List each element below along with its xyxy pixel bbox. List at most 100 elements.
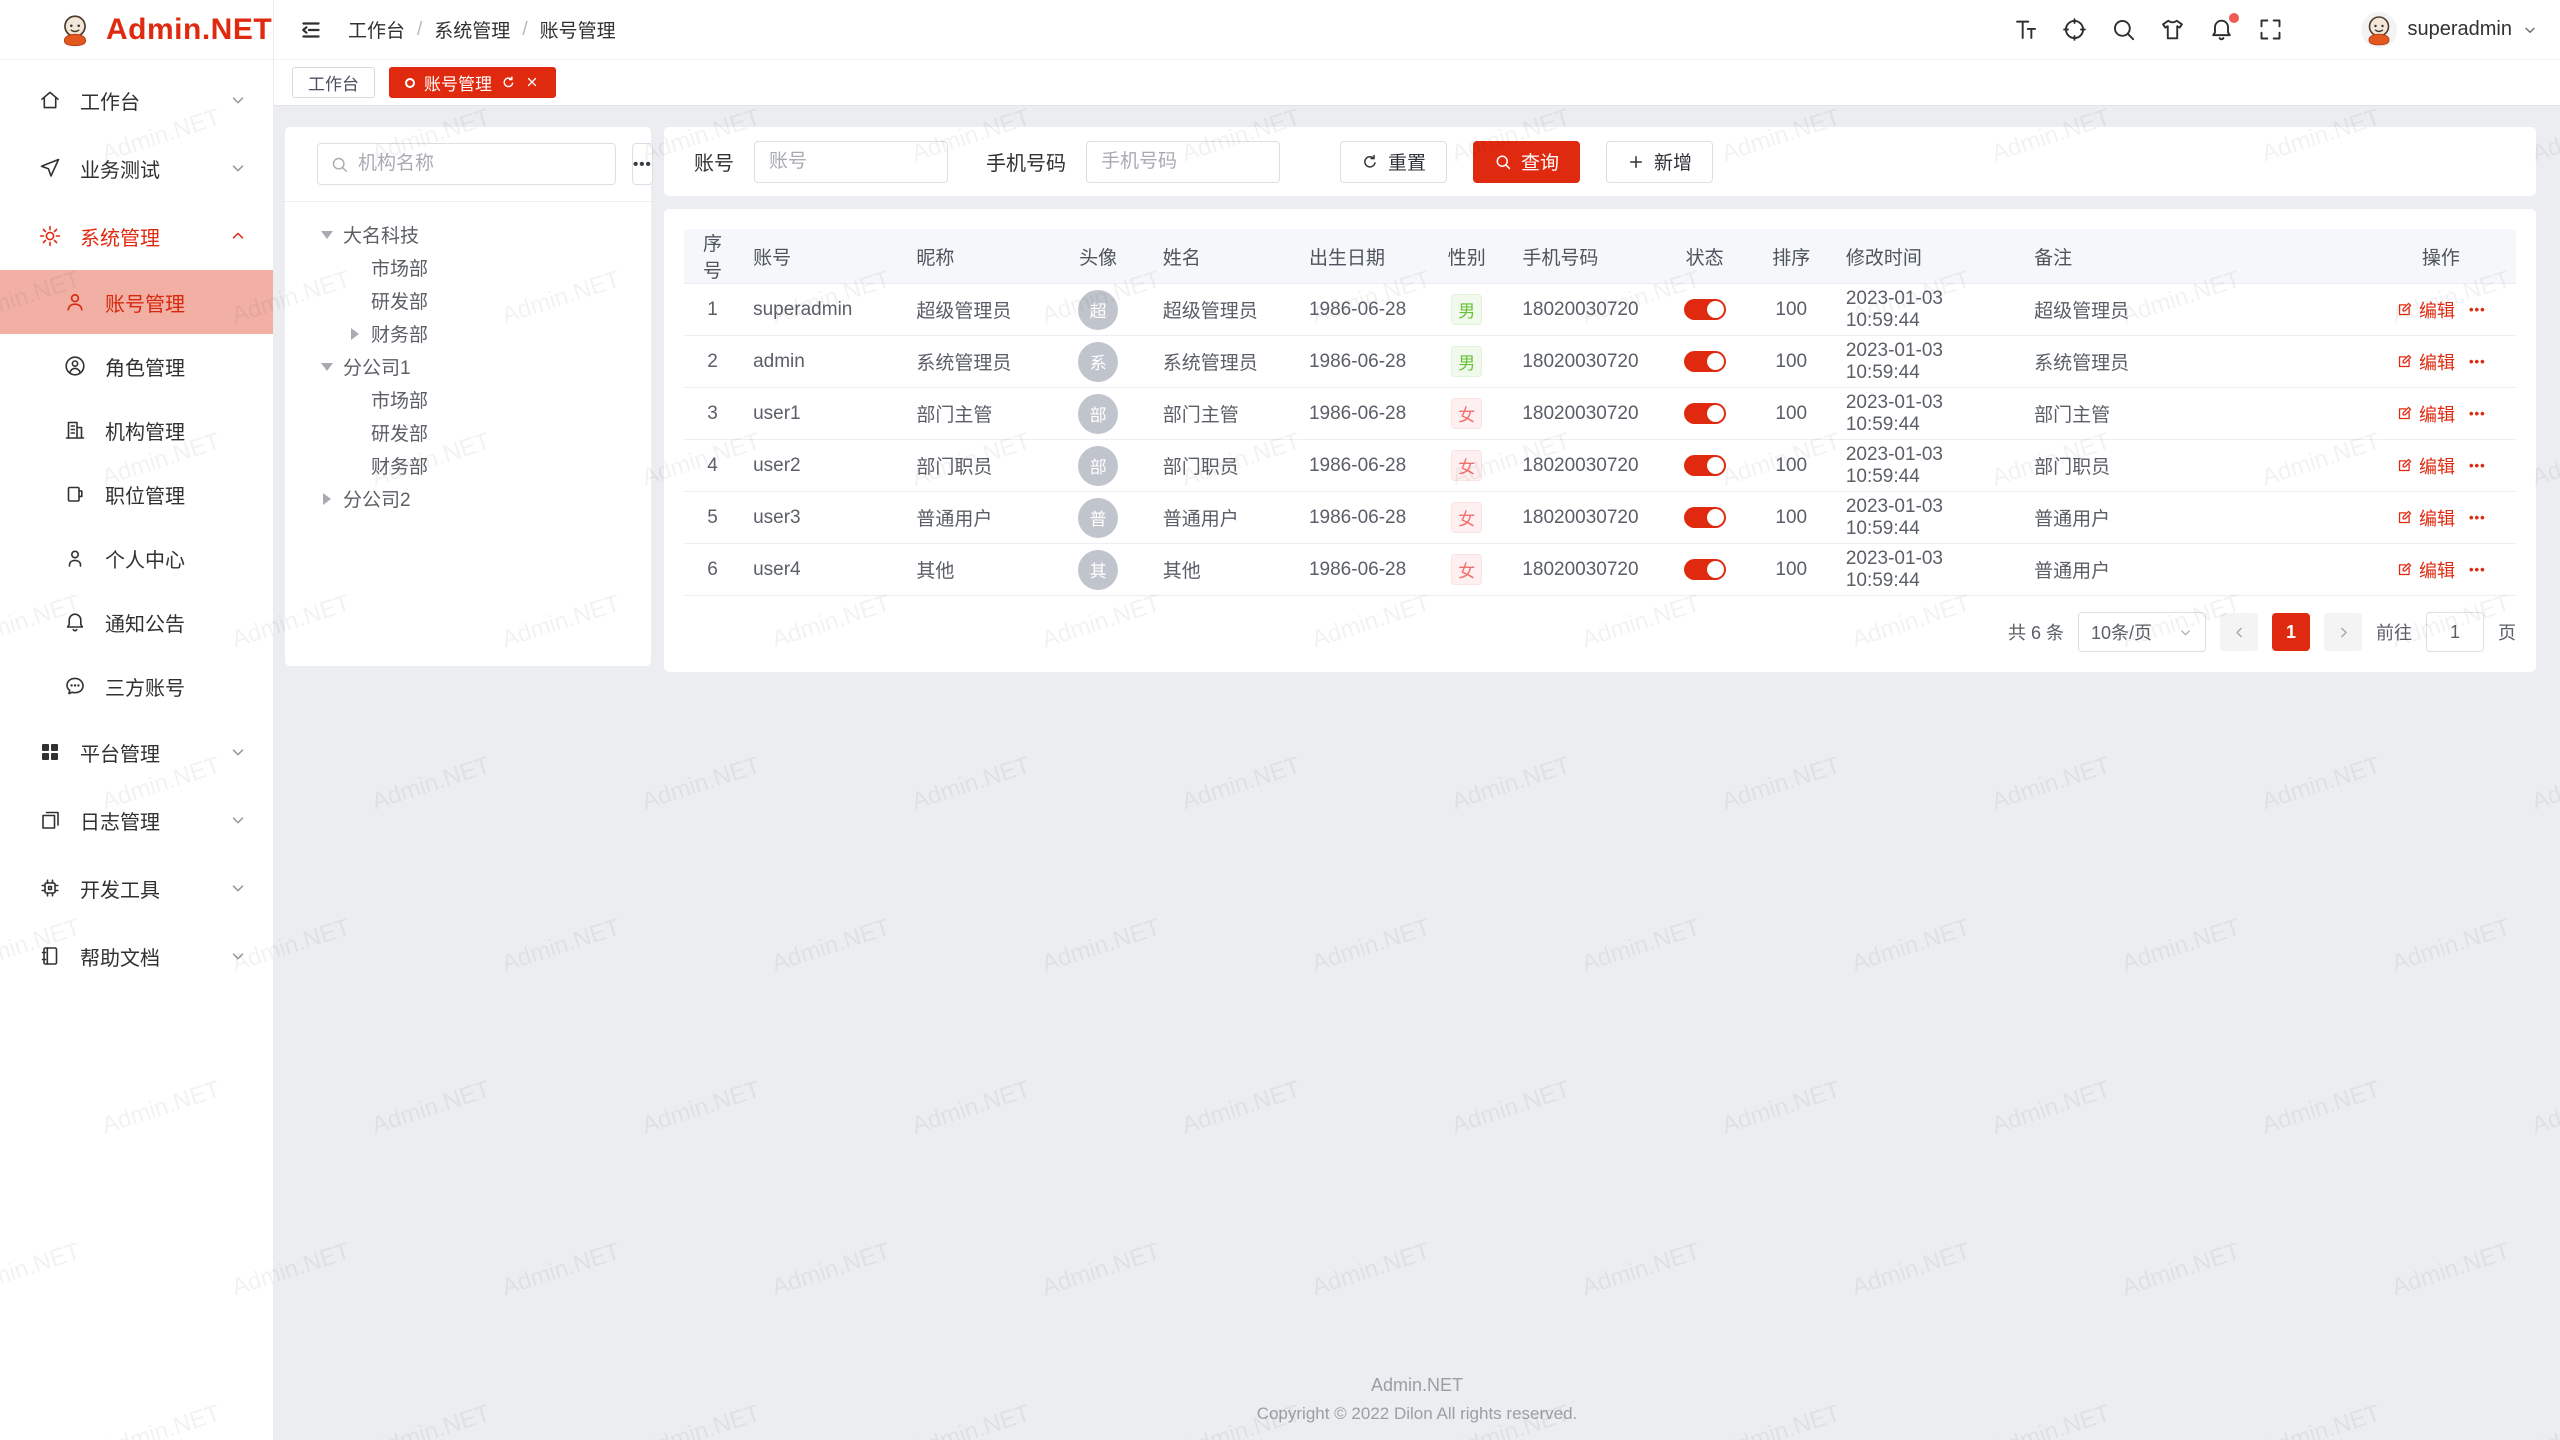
page-number-button[interactable]: 1 [2272, 613, 2310, 651]
active-tab-dot-icon [405, 78, 415, 88]
search-icon[interactable] [2110, 16, 2137, 43]
avatar [2361, 12, 2397, 48]
close-icon[interactable] [525, 75, 540, 90]
cell-remark: 部门职员 [2022, 440, 2366, 492]
cell-order: 100 [1749, 492, 1834, 544]
sidebar-item-account-management[interactable]: 账号管理 [0, 270, 273, 334]
status-toggle[interactable] [1684, 351, 1726, 372]
logo[interactable]: Admin.NET [0, 0, 273, 60]
sidebar-item-workbench[interactable]: 工作台 [0, 66, 273, 134]
row-avatar: 部 [1078, 394, 1118, 434]
edit-button[interactable]: 编辑 [2396, 505, 2455, 531]
tree-caret-icon[interactable] [321, 231, 333, 239]
sidebar-item-business-test[interactable]: 业务测试 [0, 134, 273, 202]
font-size-icon[interactable] [2012, 16, 2039, 43]
status-toggle[interactable] [1684, 403, 1726, 424]
tree-node[interactable]: 研发部 [293, 416, 643, 449]
more-actions-button[interactable]: ••• [2469, 562, 2486, 577]
cell-actions: 编辑 ••• [2366, 388, 2516, 440]
org-search-box[interactable] [317, 143, 616, 185]
sidebar-item-personal-center[interactable]: 个人中心 [0, 526, 273, 590]
column-header: 修改时间 [1834, 229, 2022, 284]
edit-button[interactable]: 编辑 [2396, 401, 2455, 427]
more-actions-button[interactable]: ••• [2469, 406, 2486, 421]
status-toggle[interactable] [1684, 299, 1726, 320]
edit-button[interactable]: 编辑 [2396, 349, 2455, 375]
fullscreen-icon[interactable] [2257, 16, 2284, 43]
tree-node[interactable]: 研发部 [293, 284, 643, 317]
column-header: 操作 [2366, 229, 2516, 284]
add-button[interactable]: 新增 [1606, 141, 1713, 183]
sidebar-item-label: 个人中心 [105, 544, 247, 573]
phone-input[interactable] [1086, 141, 1280, 183]
cell-status [1661, 284, 1749, 336]
user-icon [63, 290, 87, 314]
role-icon [63, 354, 87, 378]
more-actions-button[interactable]: ••• [2469, 458, 2486, 473]
edit-button[interactable]: 编辑 [2396, 297, 2455, 323]
tree-node[interactable]: 财务部 [293, 317, 643, 350]
tree-node[interactable]: 市场部 [293, 251, 643, 284]
sidebar-item-system-management[interactable]: 系统管理 [0, 202, 273, 270]
prev-page-button[interactable] [2220, 613, 2258, 651]
tab-account-management[interactable]: 账号管理 [389, 67, 556, 98]
accounts-table-panel: 序号账号昵称头像姓名出生日期性别手机号码状态排序修改时间备注操作 1supera… [664, 209, 2536, 672]
theme-icon[interactable] [2159, 16, 2186, 43]
org-search-input[interactable] [358, 153, 603, 175]
next-page-button[interactable] [2324, 613, 2362, 651]
tab-workbench[interactable]: 工作台 [292, 67, 375, 98]
tree-node[interactable]: 大名科技 [293, 218, 643, 251]
query-button[interactable]: 查询 [1473, 141, 1580, 183]
sidebar-item-label: 通知公告 [105, 608, 247, 637]
tree-caret-icon[interactable] [323, 493, 331, 505]
breadcrumb-item[interactable]: 工作台 [348, 16, 405, 43]
building-icon [63, 418, 87, 442]
cell-nickname: 部门主管 [904, 388, 1045, 440]
more-actions-button[interactable]: ••• [2469, 302, 2486, 317]
reset-button[interactable]: 重置 [1340, 141, 1447, 183]
edit-button[interactable]: 编辑 [2396, 453, 2455, 479]
aim-icon[interactable] [2061, 16, 2088, 43]
cell-name: 部门职员 [1151, 440, 1297, 492]
sidebar-item-org-management[interactable]: 机构管理 [0, 398, 273, 462]
tree-node[interactable]: 分公司2 [293, 482, 643, 515]
edit-button[interactable]: 编辑 [2396, 557, 2455, 583]
sidebar-item-third-account[interactable]: 三方账号 [0, 654, 273, 718]
page-size-select[interactable]: 10条/页 [2078, 612, 2206, 652]
sidebar-item-notice[interactable]: 通知公告 [0, 590, 273, 654]
status-toggle[interactable] [1684, 559, 1726, 580]
pagination: 共 6 条 10条/页 1 前往 页 [684, 612, 2516, 652]
tree-caret-icon[interactable] [351, 328, 359, 340]
cell-gender: 女 [1423, 544, 1510, 596]
sidebar-item-role-management[interactable]: 角色管理 [0, 334, 273, 398]
goto-page-input[interactable] [2426, 612, 2484, 652]
sidebar-submenu: 账号管理角色管理机构管理职位管理个人中心通知公告三方账号 [0, 270, 273, 718]
sidebar-item-log-management[interactable]: 日志管理 [0, 786, 273, 854]
navbar-actions: superadmin [2012, 12, 2538, 48]
sidebar-item-help-docs[interactable]: 帮助文档 [0, 922, 273, 990]
sidebar-item-platform-management[interactable]: 平台管理 [0, 718, 273, 786]
mug-icon [63, 482, 87, 506]
more-actions-button[interactable]: ••• [2469, 510, 2486, 525]
more-actions-button[interactable]: ••• [2469, 354, 2486, 369]
sidebar-item-dev-tools[interactable]: 开发工具 [0, 854, 273, 922]
tree-node-label: 财务部 [371, 320, 428, 347]
chevron-down-icon [229, 743, 247, 761]
tab-bar: 工作台 账号管理 [274, 60, 2560, 106]
tree-caret-icon[interactable] [321, 363, 333, 371]
user-menu[interactable]: superadmin [2361, 12, 2538, 48]
tree-node[interactable]: 市场部 [293, 383, 643, 416]
profile-icon[interactable] [2306, 16, 2333, 43]
tree-more-button[interactable]: ••• [632, 143, 653, 185]
notification-icon[interactable] [2208, 16, 2235, 43]
breadcrumb-item[interactable]: 系统管理 [434, 16, 510, 43]
sidebar-item-position-management[interactable]: 职位管理 [0, 462, 273, 526]
status-toggle[interactable] [1684, 455, 1726, 476]
collapse-menu-icon[interactable] [298, 17, 324, 43]
refresh-icon[interactable] [501, 75, 516, 90]
status-toggle[interactable] [1684, 507, 1726, 528]
tree-node[interactable]: 分公司1 [293, 350, 643, 383]
account-input[interactable] [754, 141, 948, 183]
cell-modified-time: 2023-01-03 10:59:44 [1834, 336, 2022, 388]
tree-node[interactable]: 财务部 [293, 449, 643, 482]
